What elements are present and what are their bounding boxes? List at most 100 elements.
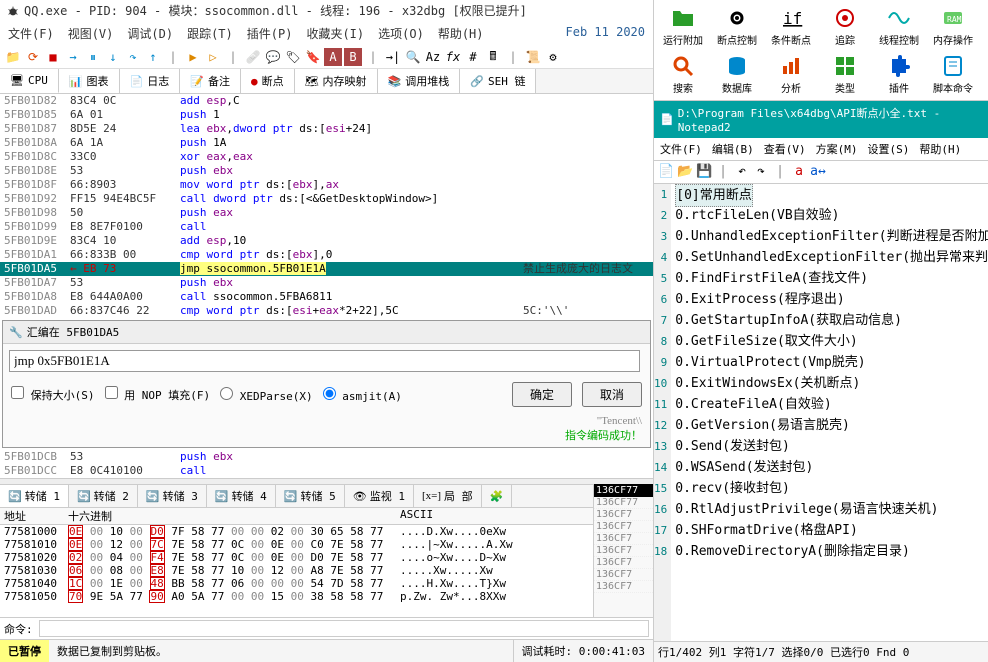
bookmark-icon[interactable]: 🔖 bbox=[304, 48, 322, 66]
bigbtn-puzzle[interactable]: 插件 bbox=[872, 50, 926, 98]
text-line[interactable]: 0.recv(接收封包) bbox=[675, 478, 988, 499]
label-icon[interactable]: 🏷 bbox=[284, 48, 302, 66]
np2-menu-scheme[interactable]: 方案(M) bbox=[816, 141, 858, 157]
disasm-row[interactable]: 5FB01D9850push eax bbox=[0, 206, 653, 220]
dump-tab-1[interactable]: 🔄 转储 1 bbox=[0, 485, 69, 507]
goto-icon[interactable]: →| bbox=[384, 48, 402, 66]
bigbtn-ram[interactable]: RAM内存操作 bbox=[926, 2, 980, 50]
dump-tab-4[interactable]: 🔄 转储 4 bbox=[207, 485, 276, 507]
np2-redo-icon[interactable]: ↷ bbox=[753, 164, 769, 180]
bigbtn-chart[interactable]: 分析 bbox=[764, 50, 818, 98]
disasm-row[interactable]: 5FB01D99E8 8E7F0100call bbox=[0, 220, 653, 234]
np2-open-icon[interactable]: 📂 bbox=[677, 164, 693, 180]
debugger-toolbar[interactable]: 📁 ⟳ ■ → ⏸ ↓ ↷ ↑ | ▶ ▷ | 🩹 💬 🏷 🔖 A B | →|… bbox=[0, 46, 653, 69]
disasm-row[interactable]: 5FB01D9E83C4 10add esp,10 bbox=[0, 234, 653, 248]
text-line[interactable]: 0.CreateFileA(自效验) bbox=[675, 394, 988, 415]
patch-icon[interactable]: 🩹 bbox=[244, 48, 262, 66]
settings-icon[interactable]: ⚙ bbox=[544, 48, 562, 66]
bigbtn-grid[interactable]: 类型 bbox=[818, 50, 872, 98]
stack-row[interactable]: 136CF7 bbox=[594, 509, 653, 521]
tab-notes[interactable]: 📝 备注 bbox=[180, 69, 241, 93]
pause-icon[interactable]: ⏸ bbox=[84, 48, 102, 66]
calc-icon[interactable]: 🖩 bbox=[484, 48, 502, 66]
stack-row[interactable]: 136CF77 bbox=[594, 497, 653, 509]
menu-options[interactable]: 选项(O) bbox=[378, 25, 424, 42]
trace-icon[interactable]: ▶ bbox=[184, 48, 202, 66]
stop-icon[interactable]: ■ bbox=[44, 48, 62, 66]
disasm-row[interactable]: 5FB01DCB53push ebx bbox=[0, 450, 653, 464]
np2-menu-settings[interactable]: 设置(S) bbox=[868, 141, 910, 157]
dump-row[interactable]: 7758103006 00 08 00 E8 7E 58 77 10 00 12… bbox=[0, 564, 593, 577]
bigbtn-script[interactable]: 脚本命令 bbox=[926, 50, 980, 98]
np2-find-icon[interactable]: a bbox=[791, 164, 807, 180]
text-line[interactable]: 0.UnhandledExceptionFilter(判断进程是否附加 bbox=[675, 226, 988, 247]
run-icon[interactable]: → bbox=[64, 48, 82, 66]
open-icon[interactable]: 📁 bbox=[4, 48, 22, 66]
text-line[interactable]: 0.FindFirstFileA(查找文件) bbox=[675, 268, 988, 289]
text-line[interactable]: 0.GetVersion(易语言脱壳) bbox=[675, 415, 988, 436]
stack-row[interactable]: 136CF7 bbox=[594, 569, 653, 581]
disasm-row[interactable]: 5FB01D8C33C0xor eax,eax bbox=[0, 150, 653, 164]
tab-seh[interactable]: 🔗 SEH 链 bbox=[460, 69, 536, 93]
bigbtn-if[interactable]: if条件断点 bbox=[764, 2, 818, 50]
cancel-button[interactable]: 取消 bbox=[582, 382, 642, 407]
cmd-input[interactable] bbox=[39, 620, 649, 637]
disasm-row[interactable]: 5FB01DAD66:837C46 22 cmp word ptr ds:[es… bbox=[0, 304, 653, 318]
tab-log[interactable]: 📄 日志 bbox=[120, 69, 181, 93]
text-line[interactable]: 0.GetFileSize(取文件大小) bbox=[675, 331, 988, 352]
disasm-row[interactable]: 5FB01DA8E8 644A0A00call ssocommon.5FBA68… bbox=[0, 290, 653, 304]
step-over-icon[interactable]: ↷ bbox=[124, 48, 142, 66]
text-line[interactable]: 0.SHFormatDrive(格盘API) bbox=[675, 520, 988, 541]
np2-menu-file[interactable]: 文件(F) bbox=[660, 141, 702, 157]
dump-tab-2[interactable]: 🔄 转储 2 bbox=[69, 485, 138, 507]
opt-nop[interactable]: 用 NOP 填充(F) bbox=[105, 386, 211, 403]
disasm-row[interactable]: 5FB01DA166:833B 00cmp word ptr ds:[ebx],… bbox=[0, 248, 653, 262]
np2-save-icon[interactable]: 💾 bbox=[696, 164, 712, 180]
script-icon[interactable]: 📜 bbox=[524, 48, 542, 66]
main-tabs[interactable]: 🖥 CPU 📊 图表 📄 日志 📝 备注 ● 断点 🗺 内存映射 📚 调用堆栈 … bbox=[0, 69, 653, 94]
text-line[interactable]: 0.WSASend(发送封包) bbox=[675, 457, 988, 478]
dump-row[interactable]: 7758102002 00 04 00 F4 7E 58 77 0C 00 0E… bbox=[0, 551, 593, 564]
tab-bp[interactable]: ● 断点 bbox=[241, 69, 295, 93]
asm-input[interactable] bbox=[9, 350, 640, 372]
np2-menu-view[interactable]: 查看(V) bbox=[764, 141, 806, 157]
command-bar[interactable]: 命令: bbox=[0, 617, 653, 639]
opt-xed[interactable]: XEDParse(X) bbox=[220, 387, 312, 403]
disasm-row[interactable]: 5FB01DA753push ebx bbox=[0, 276, 653, 290]
opt-keepsize[interactable]: 保持大小(S) bbox=[11, 386, 95, 403]
disassembly-view-2[interactable]: 5FB01DCB53push ebx5FB01DCCE8 0C410100cal… bbox=[0, 450, 653, 478]
stack-row[interactable]: 136CF7 bbox=[594, 581, 653, 593]
text-line[interactable]: 0.rtcFileLen(VB自效验) bbox=[675, 205, 988, 226]
disassembly-view[interactable]: 5FB01D8283C4 0Cadd esp,C5FB01D856A 01pus… bbox=[0, 94, 653, 318]
text-line[interactable]: 0.RemoveDirectoryA(删除指定目录) bbox=[675, 541, 988, 562]
hash-icon[interactable]: # bbox=[464, 48, 482, 66]
text-line[interactable]: 0.ExitProcess(程序退出) bbox=[675, 289, 988, 310]
menu-trace[interactable]: 跟踪(T) bbox=[187, 25, 233, 42]
stack-view[interactable]: 136CF77 136CF77136CF7136CF7136CF7136CF71… bbox=[593, 484, 653, 617]
opt-asmjit[interactable]: asmjit(A) bbox=[323, 387, 402, 403]
dump-row[interactable]: 775810100E 00 12 00 7C 7E 58 77 0C 00 0E… bbox=[0, 538, 593, 551]
disasm-row[interactable]: 5FB01D92FF15 94E4BC5Fcall dword ptr ds:[… bbox=[0, 192, 653, 206]
tab-cpu[interactable]: 🖥 CPU bbox=[0, 69, 59, 93]
bigbtn-target[interactable]: 追踪 bbox=[818, 2, 872, 50]
stack-row[interactable]: 136CF7 bbox=[594, 557, 653, 569]
tag2-icon[interactable]: B bbox=[344, 48, 362, 66]
np2-menu-help[interactable]: 帮助(H) bbox=[919, 141, 961, 157]
trace2-icon[interactable]: ▷ bbox=[204, 48, 222, 66]
bigbtn-search[interactable]: 搜索 bbox=[656, 50, 710, 98]
dump-tab-5[interactable]: 🔄 转储 5 bbox=[276, 485, 345, 507]
fx-icon[interactable]: fx bbox=[444, 48, 462, 66]
dump-row[interactable]: 775810000E 00 10 00 D0 7F 58 77 00 00 02… bbox=[0, 525, 593, 538]
struct-tab[interactable]: 🧩 bbox=[482, 485, 513, 507]
menu-help[interactable]: 帮助(H) bbox=[438, 25, 484, 42]
text-line[interactable]: [0]常用断点 bbox=[675, 184, 988, 205]
watch-tab[interactable]: 👁 监视 1 bbox=[345, 485, 414, 507]
dump-view[interactable]: 775810000E 00 10 00 D0 7F 58 77 00 00 02… bbox=[0, 525, 593, 603]
disasm-row[interactable]: 5FB01D878D5E 24lea ebx,dword ptr ds:[esi… bbox=[0, 122, 653, 136]
notepad2-toolbar[interactable]: 📄 📂 💾 | ↶ ↷ | a a↔ bbox=[654, 161, 988, 184]
stack-row[interactable]: 136CF7 bbox=[594, 545, 653, 557]
disasm-row[interactable]: 5FB01D856A 01push 1 bbox=[0, 108, 653, 122]
text-line[interactable]: 0.ExitWindowsEx(关机断点) bbox=[675, 373, 988, 394]
stack-row[interactable]: 136CF7 bbox=[594, 533, 653, 545]
text-line[interactable]: 0.Send(发送封包) bbox=[675, 436, 988, 457]
